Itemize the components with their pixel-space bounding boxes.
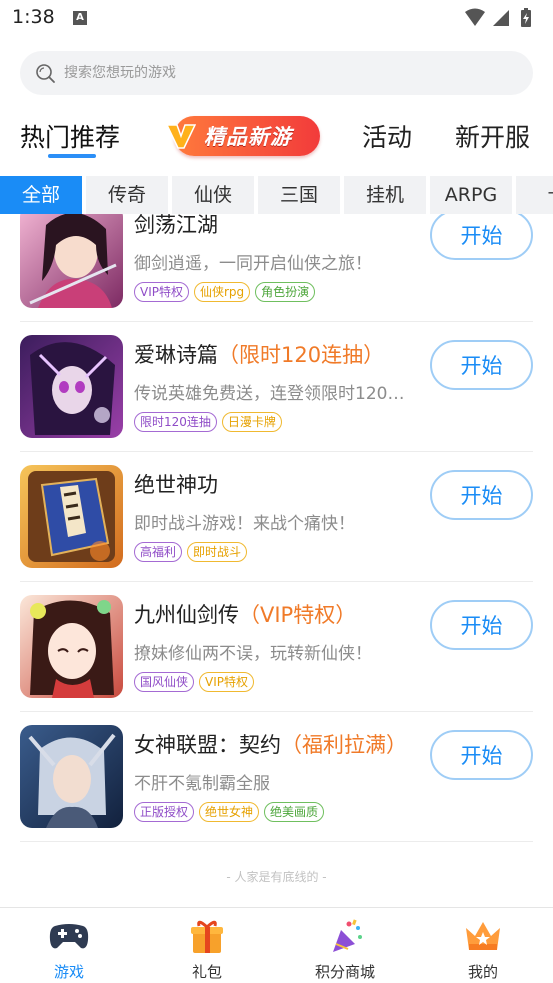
game-title: 爱琳诗篇（限时120连抽） (134, 343, 385, 367)
game-description: 不肝不氪制霸全服 (134, 774, 270, 794)
active-tab-indicator (48, 154, 96, 158)
game-tag: 日漫卡牌 (221, 412, 282, 432)
status-bar: 1:38 A (0, 0, 553, 40)
gift-icon (191, 920, 223, 953)
game-list[interactable]: 剑荡江湖 御剑逍遥，一同开启仙侠之旅！ VIP特权 仙侠rpg 角色扮演 开始 … (0, 214, 553, 907)
game-description: 即时战斗游戏！来战个痛快！ (134, 514, 355, 534)
category-tab-arpg[interactable]: ARPG (430, 176, 512, 214)
game-thumbnail[interactable] (20, 595, 123, 698)
game-title: 绝世神功 (134, 473, 218, 497)
game-description: 御剑逍遥，一同开启仙侠之旅！ (134, 254, 372, 274)
wifi-icon (465, 8, 485, 26)
search-input[interactable] (64, 51, 504, 95)
game-tag: 正版授权 (134, 802, 195, 822)
game-tag: 角色扮演 (255, 282, 316, 302)
category-tab-all[interactable]: 全部 (0, 176, 82, 214)
game-description: 撩妹修仙两不误，玩转新仙侠！ (134, 644, 372, 664)
game-tag: 高福利 (134, 542, 183, 562)
nav-label: 我的 (467, 963, 498, 981)
game-tag: 仙侠rpg (194, 282, 251, 302)
game-tags: 国风仙侠 VIP特权 (134, 672, 255, 694)
game-thumbnail[interactable] (20, 725, 123, 828)
signal-icon (493, 10, 509, 26)
game-description: 传说英雄免费送，连登领限时120连抽 (134, 384, 414, 404)
nav-label: 积分商城 (314, 963, 375, 981)
search-bar[interactable] (20, 51, 533, 95)
tab-new-servers[interactable]: 新开服 (455, 118, 530, 154)
game-title: 剑荡江湖 (134, 214, 218, 237)
status-icons (465, 8, 531, 27)
game-tag: VIP特权 (134, 282, 189, 302)
start-button[interactable]: 开始 (430, 730, 533, 780)
game-thumbnail[interactable] (20, 214, 123, 308)
game-item[interactable]: 九州仙剑传（VIP特权） 撩妹修仙两不误，玩转新仙侠！ 国风仙侠 VIP特权 开… (0, 582, 553, 712)
crown-icon (466, 922, 500, 950)
game-item[interactable]: 剑荡江湖 御剑逍遥，一同开启仙侠之旅！ VIP特权 仙侠rpg 角色扮演 开始 (0, 214, 553, 322)
category-tab-three-kingdoms[interactable]: 三国 (258, 176, 340, 214)
bottom-navigation: 游戏 礼包 积分商城 我的 (0, 907, 553, 983)
category-tab-legend[interactable]: 传奇 (86, 176, 168, 214)
nav-label: 游戏 (53, 963, 84, 981)
game-title: 女神联盟：契约（福利拉满） (134, 733, 407, 757)
start-button[interactable]: 开始 (430, 470, 533, 520)
game-tags: 正版授权 绝世女神 绝美画质 (134, 802, 325, 824)
search-icon (36, 64, 55, 83)
nav-games[interactable]: 游戏 (0, 908, 138, 983)
category-tab-xianxia[interactable]: 仙侠 (172, 176, 254, 214)
game-title: 九州仙剑传（VIP特权） (134, 603, 357, 627)
notification-badge: A (73, 11, 87, 25)
list-end-note: - 人家是有底线的 - (226, 870, 327, 884)
featured-banner-label: 精品新游 (204, 125, 292, 149)
tab-featured-new-games[interactable]: 精品新游 (166, 116, 320, 156)
game-thumbnail[interactable] (20, 465, 123, 568)
game-item[interactable]: 女神联盟：契约（福利拉满） 不肝不氪制霸全服 正版授权 绝世女神 绝美画质 开始 (0, 712, 553, 842)
game-tags: 限时120连抽 日漫卡牌 (134, 412, 282, 434)
game-tag: VIP特权 (199, 672, 255, 692)
game-tags: 高福利 即时战斗 (134, 542, 248, 564)
game-tag: 绝美画质 (264, 802, 325, 822)
tab-hot-recommend[interactable]: 热门推荐 (20, 118, 120, 154)
game-tags: VIP特权 仙侠rpg 角色扮演 (134, 282, 316, 304)
game-item[interactable]: 绝世神功 即时战斗游戏！来战个痛快！ 高福利 即时战斗 开始 (0, 452, 553, 582)
status-time: 1:38 (12, 6, 55, 28)
category-tabs: 全部 传奇 仙侠 三国 挂机 ARPG 卡 (0, 176, 553, 214)
nav-points-mall[interactable]: 积分商城 (276, 908, 414, 983)
v-badge-icon (166, 124, 196, 149)
top-tabs: 热门推荐 精品新游 活动 新开服 (0, 108, 553, 164)
start-button[interactable]: 开始 (430, 600, 533, 650)
start-button[interactable]: 开始 (430, 340, 533, 390)
game-tag: 限时120连抽 (134, 412, 217, 432)
nav-profile[interactable]: 我的 (414, 908, 552, 983)
game-tag: 即时战斗 (187, 542, 248, 562)
nav-label: 礼包 (191, 963, 222, 981)
category-tab-idle[interactable]: 挂机 (344, 176, 426, 214)
game-tag: 国风仙侠 (134, 672, 195, 692)
party-popper-icon (333, 919, 362, 952)
category-tab-card[interactable]: 卡 (516, 176, 553, 214)
game-thumbnail[interactable] (20, 335, 123, 438)
tab-activity[interactable]: 活动 (362, 118, 412, 154)
game-item[interactable]: 爱琳诗篇（限时120连抽） 传说英雄免费送，连登领限时120连抽 限时120连抽… (0, 322, 553, 452)
nav-gifts[interactable]: 礼包 (138, 908, 276, 983)
game-tag: 绝世女神 (199, 802, 260, 822)
divider (20, 841, 533, 842)
start-button[interactable]: 开始 (430, 214, 533, 260)
gamepad-icon (49, 924, 89, 949)
